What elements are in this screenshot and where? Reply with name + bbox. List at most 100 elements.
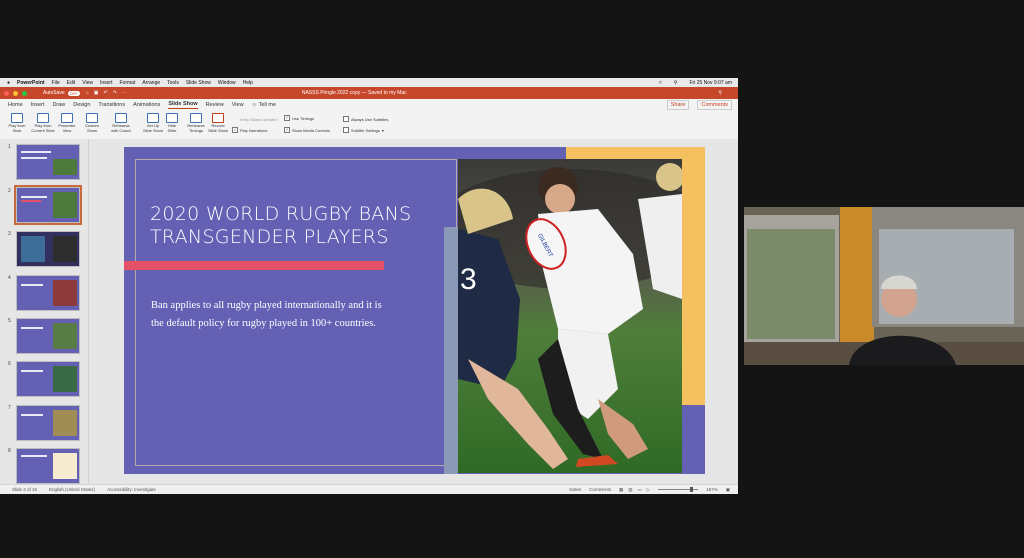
zoom-level[interactable]: 157% [706,487,718,492]
menubar-clock[interactable]: Fri 25 Nov 9:07 am [689,80,732,86]
zoom-window-button[interactable] [22,90,27,96]
status-comments-button[interactable]: Comments [589,487,611,492]
home-icon[interactable]: ⌂ [86,90,89,96]
slide-thumbnail-selected[interactable] [14,185,82,225]
menu-tools[interactable]: Tools [167,80,179,86]
sorter-view-icon[interactable]: ▥ [628,487,632,493]
play-icon [11,113,23,123]
video-participant-tile[interactable] [744,207,1024,365]
apple-icon[interactable]: ● [7,80,10,86]
use-timings-checkbox[interactable]: ✓ Use Timings [284,115,314,121]
slide-thumbnail[interactable] [16,448,80,484]
menu-arrange[interactable]: Arrange [142,80,160,86]
save-icon[interactable]: ▣ [94,90,99,96]
always-use-subtitles-checkbox[interactable]: Always Use Subtitles [343,116,388,122]
hide-label-2: Slide [167,127,177,133]
play-narrations-checkbox[interactable]: ✓ Play Narrations [232,127,267,133]
tab-review[interactable]: Review [206,102,224,108]
rehearse-timings-button[interactable]: Rehearse Timings [185,113,207,133]
setup-slideshow-button[interactable]: Set Up Slide Show [141,113,165,133]
subtitle-settings-label: Subtitle Settings [351,127,380,133]
thumb-image [53,366,77,392]
zoom-slider-handle[interactable] [690,487,694,492]
thumb-image [53,323,77,349]
menu-edit[interactable]: Edit [67,80,76,86]
slide-thumbnail[interactable] [16,405,80,441]
menu-window[interactable]: Window [218,80,236,86]
play-current-button[interactable]: Play from Current Slide [29,113,57,133]
tab-draw[interactable]: Draw [52,102,65,108]
comments-button[interactable]: Comments [697,99,732,110]
thumb-image [53,410,77,436]
autosave-toggle[interactable]: OFF [67,90,80,96]
tab-design[interactable]: Design [73,102,90,108]
fit-slide-icon[interactable]: ▣ [726,487,730,493]
custom-show-button[interactable]: Custom Show [82,113,102,133]
thumb-text [21,370,43,372]
tab-transitions[interactable]: Transitions [98,102,125,108]
tab-home[interactable]: Home [8,102,23,108]
menu-file[interactable]: File [52,80,60,86]
thumb-text [21,284,43,286]
show-media-controls-checkbox[interactable]: ✓ Show Media Controls [284,127,330,133]
timings-icon [190,113,202,123]
menu-slideshow[interactable]: Slide Show [186,80,211,86]
slide-thumbnail[interactable] [16,275,80,311]
tab-insert[interactable]: Insert [31,102,45,108]
custom-show-icon [86,113,98,123]
slide-thumbnail[interactable] [16,144,80,180]
ribbon-tabs: Home Insert Draw Design Transitions Anim… [0,99,738,110]
thumb-number: 1 [8,144,11,150]
checkbox-checked[interactable]: ✓ [232,127,238,133]
menu-view[interactable]: View [82,80,93,86]
checkbox-checked[interactable]: ✓ [284,127,290,133]
autosave-label: AutoSave [43,90,65,96]
thumb-number: 6 [8,361,11,367]
menu-app-name[interactable]: PowerPoint [17,80,45,86]
checkbox-checked[interactable]: ✓ [284,115,290,121]
thumb-image [53,236,77,262]
slide-thumbnail[interactable] [16,231,80,267]
rehearse-coach-button[interactable]: Rehearse with Coach [108,113,134,133]
minimize-window-button[interactable] [13,90,18,96]
menu-insert[interactable]: Insert [100,80,113,86]
accessibility-status[interactable]: Accessibility: Investigate [107,487,156,492]
tab-animations[interactable]: Animations [133,102,160,108]
notes-button[interactable]: Notes [569,487,581,492]
slide-thumbnail[interactable] [16,318,80,354]
titlebar-search-icon[interactable]: ⚲ [718,90,722,96]
subtitle-settings-dropdown[interactable]: Subtitle Settings ▾ [343,127,384,133]
language-indicator[interactable]: English (United States) [49,487,95,492]
jersey-number: 3 [460,263,477,296]
zoom-slider[interactable] [658,487,699,492]
always-subtitles-label: Always Use Subtitles [351,116,389,122]
slide-body-text[interactable]: Ban applies to all rugby played internat… [151,297,391,333]
slide-title-underline [124,261,384,270]
normal-view-icon[interactable]: ▦ [619,487,623,493]
slide-thumbnail[interactable] [16,361,80,397]
search-icon[interactable]: ⚲ [674,80,678,86]
undo-icon[interactable]: ↶ [103,90,107,96]
hide-slide-button[interactable]: Hide Slide [164,113,180,133]
record-slideshow-button[interactable]: Record Slide Show [206,113,230,133]
more-icon[interactable]: ⋯ [122,90,127,96]
close-window-button[interactable] [4,90,9,96]
redo-icon[interactable]: ↷ [113,90,117,96]
tell-me-field[interactable]: Tell me [259,102,276,108]
slide-title[interactable]: 2020 WORLD RUGBY BANS TRANSGENDER PLAYER… [150,203,450,249]
presenter-view-button[interactable]: Presenter View [57,113,77,133]
play-from-start-button[interactable]: Play from Start [5,113,29,133]
slideshow-view-icon[interactable]: ▷ [647,487,650,493]
document-title: NASSS Pringle 2022 copy — Saved to my Ma… [301,90,407,96]
checkbox-unchecked[interactable] [343,116,349,122]
menu-format[interactable]: Format [120,80,136,86]
menu-help[interactable]: Help [243,80,253,86]
tab-view[interactable]: View [232,102,244,108]
keep-slides-updated-option[interactable]: Keep Slides Updated [240,117,278,122]
reading-view-icon[interactable]: ▭ [637,487,641,493]
share-button[interactable]: Share [666,99,690,110]
wifi-icon[interactable]: ≈ [659,80,662,86]
tab-slide-show[interactable]: Slide Show [168,101,198,109]
slide-canvas[interactable]: 3 GILBERT 2020 WORLD RUGBY BANS TRANSGEN… [124,147,705,474]
subtitle-icon [343,127,349,133]
